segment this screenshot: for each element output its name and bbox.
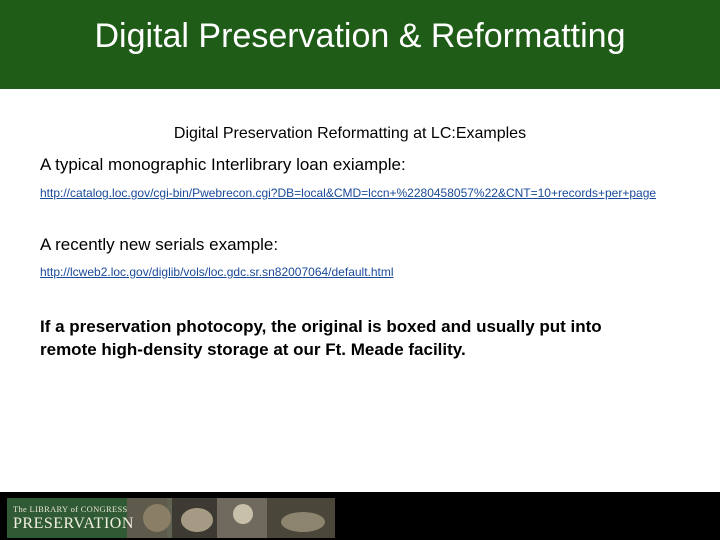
serials-example-link[interactable]: http://lcweb2.loc.gov/diglib/vols/loc.gd… — [40, 265, 394, 279]
footer-bar: The LIBRARY of CONGRESS PRESERVATION — [0, 492, 720, 540]
logo-text-library-of-congress: The LIBRARY of CONGRESS — [13, 504, 128, 514]
logo-text-preservation: PRESERVATION — [13, 515, 134, 532]
library-of-congress-preservation-logo: The LIBRARY of CONGRESS PRESERVATION — [7, 498, 335, 538]
slide-subtitle: Digital Preservation Reformatting at LC:… — [173, 125, 527, 142]
slide-title: Digital Preservation & Reformatting — [94, 17, 626, 55]
monograph-example-label: A typical monographic Interlibrary loan … — [40, 155, 406, 174]
monograph-example-link[interactable]: http://catalog.loc.gov/cgi-bin/Pwebrecon… — [40, 186, 656, 200]
preservation-note: If a preservation photocopy, the origina… — [40, 317, 602, 359]
serials-example-label: A recently new serials example: — [40, 235, 279, 254]
title-bar: Digital Preservation & Reformatting — [0, 0, 720, 89]
